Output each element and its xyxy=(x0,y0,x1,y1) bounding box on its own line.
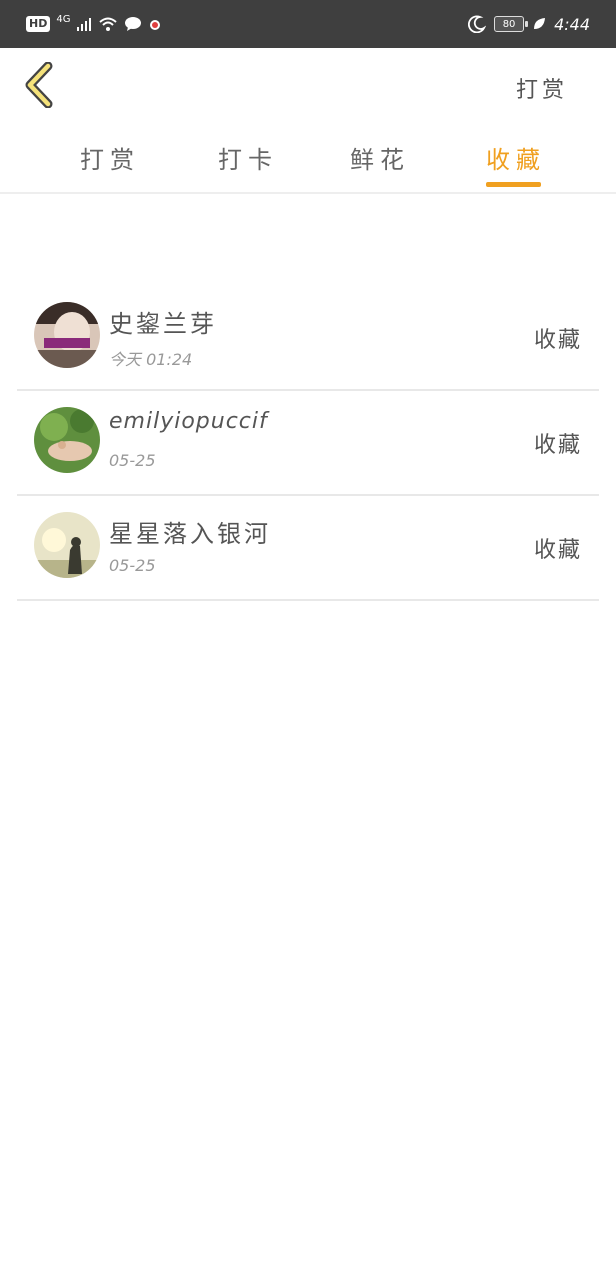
timestamp: 今天 01:24 xyxy=(109,350,193,369)
avatar[interactable] xyxy=(34,302,100,368)
favorites-list: 史鋆兰芽 今天 01:24 收藏 emilyiopuccif 05-25 收藏 xyxy=(17,286,599,601)
tab-bar: 打赏 打卡 鲜花 收藏 xyxy=(0,126,616,194)
list-item[interactable]: 星星落入银河 05-25 收藏 xyxy=(17,496,599,601)
list-item[interactable]: 史鋆兰芽 今天 01:24 收藏 xyxy=(17,286,599,391)
timestamp: 05-25 xyxy=(109,451,156,470)
tab-favorites[interactable]: 收藏 xyxy=(486,140,546,175)
moon-icon xyxy=(468,15,487,33)
status-bar: HD 4G 80 4:44 xyxy=(0,0,616,48)
user-name: 星星落入银河 xyxy=(109,520,271,548)
battery-indicator: 80 xyxy=(494,16,529,32)
signal-icon xyxy=(77,18,92,31)
leaf-icon xyxy=(534,18,546,29)
tab-flowers[interactable]: 鲜花 xyxy=(350,140,410,175)
active-tab-indicator xyxy=(486,182,541,187)
user-name: 史鋆兰芽 xyxy=(109,310,217,338)
list-item[interactable]: emilyiopuccif 05-25 收藏 xyxy=(17,391,599,496)
user-name: emilyiopuccif xyxy=(109,409,268,434)
status-right: 80 4:44 xyxy=(468,12,590,36)
favorite-action[interactable]: 收藏 xyxy=(534,427,582,459)
avatar[interactable] xyxy=(34,512,100,578)
app-notification-icon xyxy=(150,20,161,30)
tab-checkin[interactable]: 打卡 xyxy=(218,140,278,175)
status-left: HD 4G xyxy=(26,12,162,36)
chevron-left-icon xyxy=(25,61,53,109)
favorite-action[interactable]: 收藏 xyxy=(534,532,582,564)
timestamp: 05-25 xyxy=(109,556,156,575)
favorite-action[interactable]: 收藏 xyxy=(534,322,582,354)
back-button[interactable] xyxy=(22,61,62,109)
reward-link[interactable]: 打赏 xyxy=(516,72,568,104)
network-label: 4G xyxy=(56,13,71,25)
chat-bubble-icon xyxy=(125,17,142,31)
app-header: 打赏 xyxy=(0,48,616,126)
wifi-icon xyxy=(99,17,118,31)
avatar[interactable] xyxy=(34,407,100,473)
clock-time: 4:44 xyxy=(554,14,590,34)
tab-reward[interactable]: 打赏 xyxy=(80,140,140,175)
hd-badge: HD xyxy=(26,16,51,32)
